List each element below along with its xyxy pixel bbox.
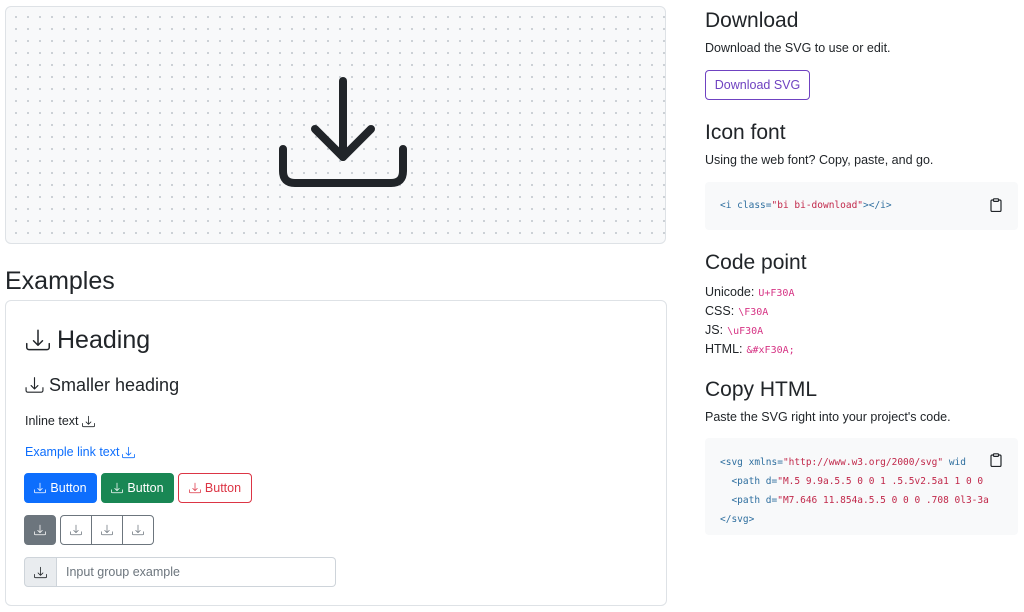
download-title: Download <box>705 9 799 32</box>
example-smaller-heading: Smaller heading <box>25 373 179 397</box>
copy-icon-font-button[interactable] <box>989 197 1003 213</box>
icon-font-code: <i class="bi bi-download"></i> <box>720 200 892 211</box>
download-icon <box>70 524 82 536</box>
download-icon <box>111 482 124 494</box>
download-svg-button-label: Download SVG <box>714 78 801 92</box>
example-heading-text: Heading <box>57 326 151 354</box>
example-inline-text: Inline text <box>25 412 95 430</box>
download-icon <box>188 482 201 494</box>
icon-button-group <box>24 515 154 545</box>
icon-font-code-block: <i class="bi bi-download"></i> <box>705 182 1018 230</box>
download-icon <box>81 415 95 427</box>
download-icon <box>34 482 47 494</box>
copy-html-code-block: <svg xmlns="http://www.w3.org/2000/svg" … <box>705 438 1018 535</box>
code-point-css: CSS: \F30A <box>705 304 769 318</box>
code-point-html: HTML: &#xF30A; <box>705 342 795 356</box>
outline-danger-button-label: Button <box>204 481 242 495</box>
icon-button-active[interactable] <box>24 515 56 545</box>
download-icon <box>122 446 136 458</box>
copy-html-code: <svg xmlns="http://www.w3.org/2000/svg" … <box>720 457 989 525</box>
download-icon <box>279 77 407 187</box>
examples-box: Heading Smaller heading Inline text Exam… <box>5 300 667 606</box>
code-point-title: Code point <box>705 251 807 274</box>
download-svg-button[interactable]: Download SVG <box>705 70 810 100</box>
examples-title: Examples <box>5 267 115 295</box>
success-button[interactable]: Button <box>101 473 174 503</box>
download-icon <box>34 524 46 536</box>
primary-button[interactable]: Button <box>24 473 97 503</box>
example-heading: Heading <box>25 325 150 355</box>
outline-danger-button[interactable]: Button <box>178 473 252 503</box>
code-point-js: JS: \uF30A <box>705 323 764 337</box>
copy-html-button[interactable] <box>989 452 1003 468</box>
example-link[interactable]: Example link text <box>25 443 136 461</box>
example-smaller-heading-text: Smaller heading <box>49 375 180 395</box>
clipboard-icon <box>990 453 1002 467</box>
icon-font-description: Using the web font? Copy, paste, and go. <box>705 153 934 167</box>
icon-font-title: Icon font <box>705 121 786 144</box>
success-button-label: Button <box>127 481 164 495</box>
clipboard-icon <box>990 198 1002 212</box>
input-group <box>24 557 336 587</box>
download-icon <box>26 329 50 351</box>
icon-preview <box>5 6 666 244</box>
download-icon <box>25 377 44 393</box>
example-link-text[interactable]: Example link text <box>25 443 119 461</box>
example-inline-text-label: Inline text <box>25 414 79 428</box>
download-icon <box>132 524 144 536</box>
code-point-unicode: Unicode: U+F30A <box>705 285 795 299</box>
icon-button[interactable] <box>91 515 123 545</box>
download-icon <box>101 524 113 536</box>
input-group-icon <box>24 557 57 587</box>
copy-html-title: Copy HTML <box>705 378 818 401</box>
primary-button-label: Button <box>50 481 87 495</box>
download-icon <box>34 566 47 578</box>
copy-html-description: Paste the SVG right into your project's … <box>705 410 951 424</box>
input-group-field[interactable] <box>57 557 336 587</box>
icon-button[interactable] <box>122 515 154 545</box>
download-description: Download the SVG to use or edit. <box>705 41 891 55</box>
icon-button[interactable] <box>60 515 92 545</box>
